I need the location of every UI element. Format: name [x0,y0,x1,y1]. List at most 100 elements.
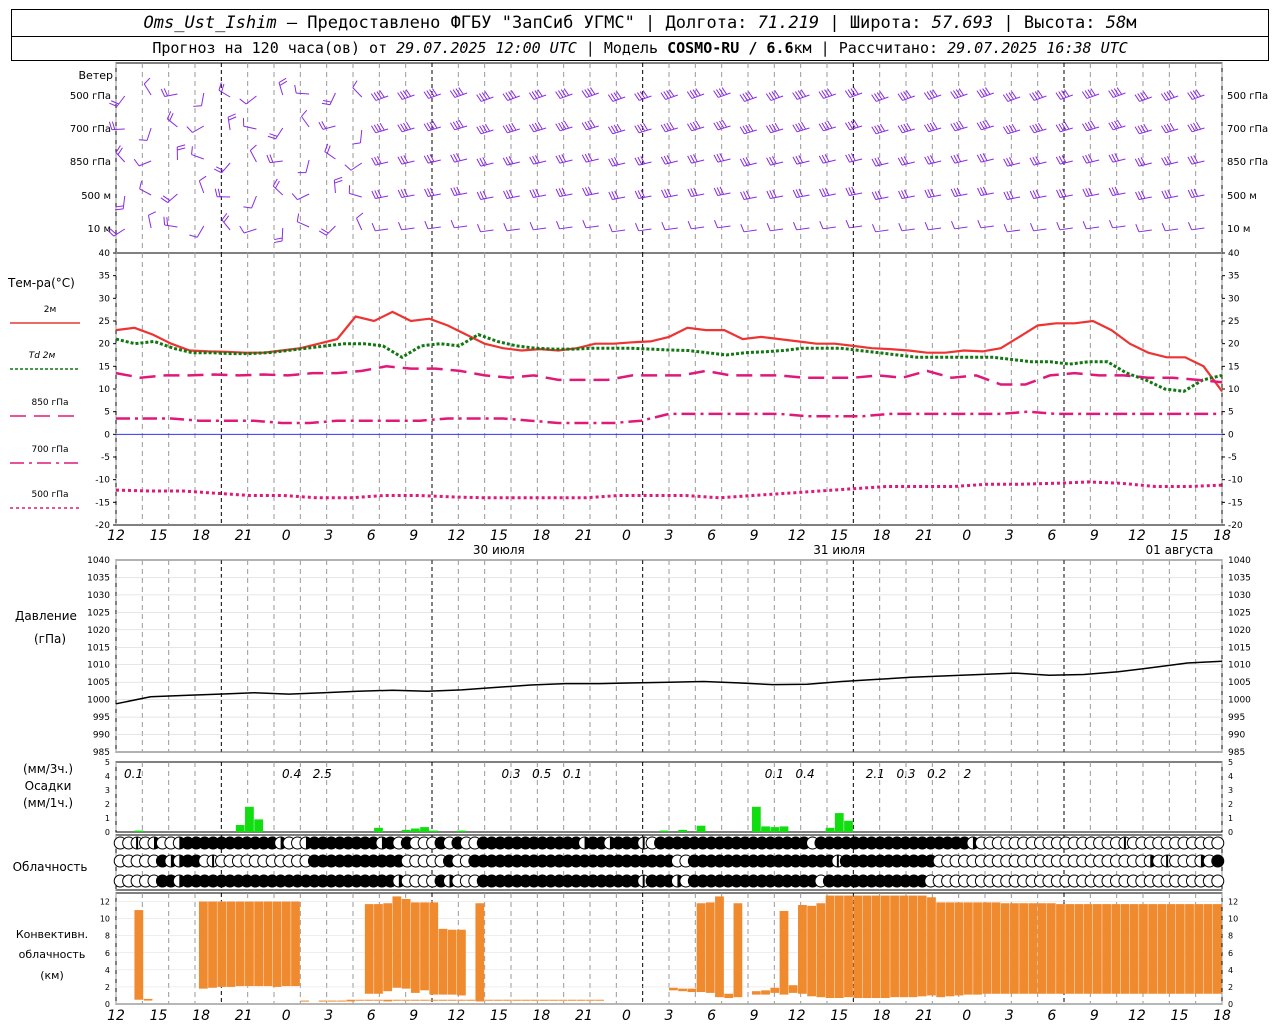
precip-bar [235,825,245,832]
precip-total-label: 0.2 [927,767,946,781]
day-label: 01 августа [1146,543,1214,557]
pressure-tick-label-right: 995 [1228,713,1245,723]
wind-barb-feather [1003,223,1008,232]
wind-barb [660,89,678,100]
conv-cloud-bar [834,895,844,999]
wind-barb-staff [506,228,520,232]
wind-barb [242,118,257,130]
wind-barb-feather [348,185,351,194]
wind-barb-staff [251,195,257,209]
time-tick-label-bottom: 3 [324,1008,333,1024]
wind-barb-staff [297,221,310,228]
wind-barb-feather [635,222,640,231]
wind-barb [333,176,343,194]
wind-barb-feather [115,205,124,208]
wind-barb [1109,219,1126,229]
temp-tick-label-left: 5 [104,408,110,418]
wind-barb [243,195,257,209]
wind-barb [371,156,389,166]
wind-barb [423,154,441,164]
wind-barb [476,157,494,167]
wind-barb [951,220,968,230]
precip-total-label: 2 [964,767,972,781]
wind-barb [424,187,441,197]
pressure-tick-label-right: 1015 [1228,643,1251,653]
time-tick-label: 15 [150,528,168,544]
time-tick-label: 6 [707,528,716,544]
wind-barb-feather [291,193,298,201]
precip-total-label: 0.3 [896,767,915,781]
wind-barb-feather [871,191,877,200]
wind-barb [819,220,836,230]
conv-cloud-bar [447,929,457,995]
wind-barb-staff [139,188,152,196]
wind-barb [792,155,810,165]
temp-tick-label-left: 15 [99,362,110,372]
wind-barb [138,127,152,141]
conv-cloud-bar [401,999,411,1001]
conv-cloud-bar [1139,904,1148,994]
temp-tick-label-right: 15 [1228,362,1239,372]
conv-cloud-bar [567,999,577,1001]
temp-legend-label: 700 гПа [31,445,68,455]
precip-tick-label-right: 4 [1228,772,1233,781]
precip-tick-label-right: 3 [1228,786,1233,795]
wind-barb-feather [193,105,202,107]
wind-level-label-right: 10 м [1227,224,1250,235]
time-tick-label: 9 [1090,528,1099,544]
conv-cloud-bar [1000,903,1010,994]
precip-total-label: 0.1 [563,767,582,781]
wind-barb-feather [427,188,432,197]
wind-barb-feather [1088,187,1093,196]
conv-tick-label-right: 10 [1228,915,1238,924]
time-tick-label-bottom: 12 [1128,1008,1146,1024]
wind-barb-feather [424,220,429,229]
pressure-tick-label-left: 1020 [87,626,110,636]
wind-barb [871,157,889,167]
wind-barb-feather [371,222,376,231]
wind-barb-feather [980,187,985,196]
wind-barb [397,188,415,198]
conv-cloud-bar [364,999,374,1001]
wind-barb-feather [1164,190,1169,199]
conv-cloud-bar [890,895,899,998]
wind-barb-staff [221,162,231,174]
wind-barb [739,123,757,135]
wind-barb-feather [927,189,932,198]
wind-barb-staff [1033,228,1047,232]
precip-bar [825,827,835,832]
wind-barb [1029,156,1047,166]
wind-barb [976,153,994,163]
wind-barb [1187,121,1205,133]
wind-barb-staff [192,125,205,133]
wind-barb [556,220,573,230]
wind-barb-feather [977,219,982,228]
wind-barb-feather [297,172,306,174]
precip-total-label: 0.3 [501,767,520,781]
wind-barb-feather [1082,220,1087,229]
wind-barb [845,219,863,229]
conv-cloud-bar [410,999,420,1001]
wind-barb-feather [529,189,534,198]
wind-barb-feather [951,220,956,229]
wind-barb [740,190,757,200]
wind-barb-feather [117,147,123,155]
precip-total-label: 2.5 [313,767,332,781]
wind-barb-feather [1006,191,1011,200]
wind-barb [249,144,257,163]
time-tick-label-bottom: 3 [665,1008,674,1024]
wind-barb [1003,157,1021,167]
conv-cloud-bar [438,999,448,1001]
wind-barb-staff [1007,229,1021,233]
wind-barb-feather [199,175,207,182]
wind-barb [976,87,994,98]
precip-bar [410,828,420,832]
pressure-title: Давление [15,609,77,623]
wind-barb [819,187,836,197]
wind-barb-feather [1056,221,1061,230]
wind-barb [1161,222,1179,232]
temp-tick-label-left: -15 [95,498,110,508]
wind-barb [139,180,152,196]
time-tick-label-bottom: 0 [962,1008,971,1024]
wind-barb-feather [769,190,774,199]
